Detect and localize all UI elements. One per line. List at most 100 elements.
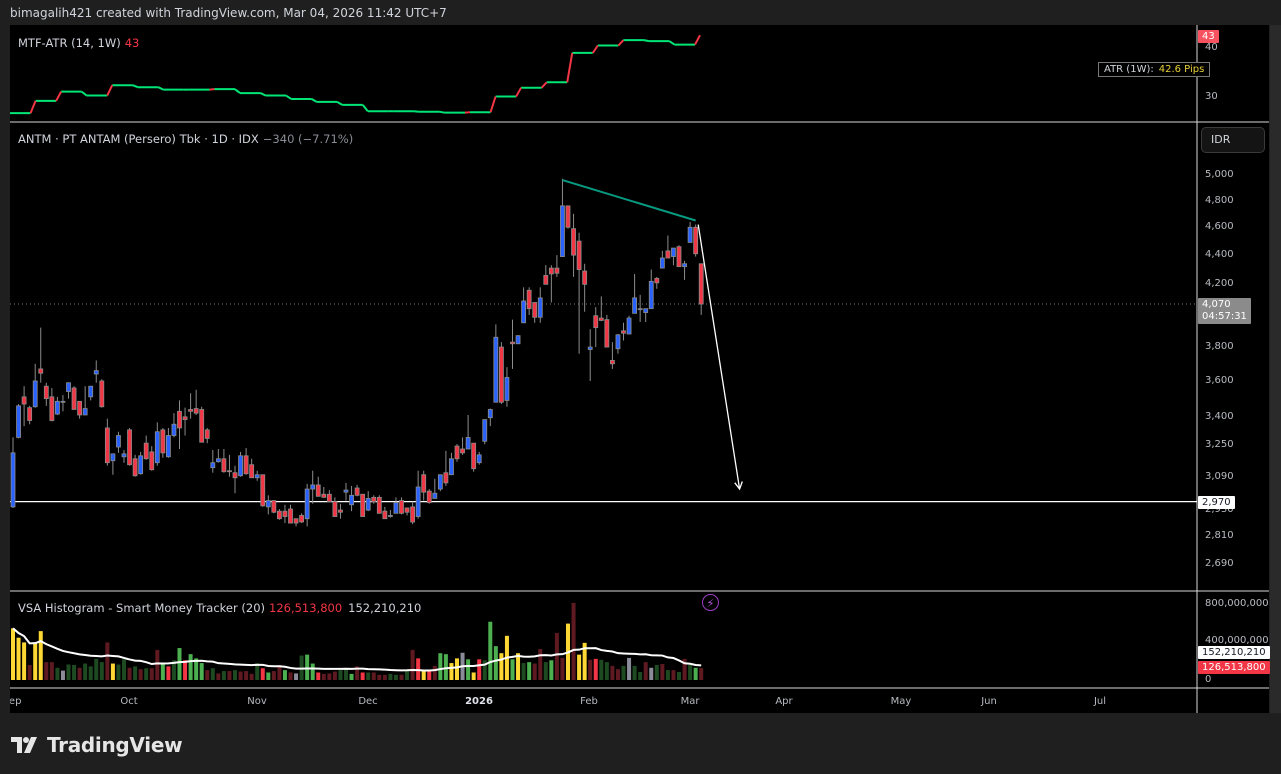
candle-up [265, 500, 271, 508]
volume-bar [305, 654, 310, 680]
chart-area[interactable]: MTF-ATR (14, 1W) 43 ATR (1W): 42.6 Pips AN… [10, 25, 1269, 713]
vsa-legend[interactable]: VSA Histogram - Smart Money Tracker (20)… [18, 601, 421, 615]
candle-up [215, 458, 221, 463]
volume-axis-tick: 400,000,000 [1205, 635, 1269, 646]
candle-down [498, 346, 504, 403]
candle-down [421, 474, 427, 493]
volume-bar [571, 602, 576, 680]
candle-up [476, 454, 482, 464]
candle-up [515, 335, 521, 345]
candle-up [632, 297, 637, 314]
candle-up [304, 488, 310, 520]
volume-bar [427, 671, 432, 680]
candle-down [554, 267, 560, 274]
candle-up [615, 334, 621, 350]
volume-bar [621, 665, 626, 680]
candle-up [82, 408, 88, 416]
candle-up [493, 336, 499, 403]
candle-up [587, 346, 593, 350]
atr-current-tag: 43 [1198, 30, 1219, 43]
time-axis-label: Apr [775, 696, 793, 707]
volume-bar [310, 663, 315, 680]
vsa-ma-value: 152,210,210 [348, 601, 422, 615]
candle-down [77, 400, 82, 416]
volume-bar [38, 631, 43, 680]
volume-bar [227, 671, 232, 680]
atr-line-transition [617, 39, 625, 47]
volume-bar [455, 658, 459, 680]
volume-bar [266, 672, 271, 680]
candle-up [687, 226, 693, 243]
candle-down [338, 509, 343, 513]
candle-down [260, 474, 266, 507]
volume-bar [516, 653, 521, 680]
volume-bar [371, 672, 376, 680]
volume-bar [671, 670, 676, 680]
candle-up [671, 247, 676, 257]
symbol-legend[interactable]: ANTM · PT ANTAM (Persero) Tbk · 1D · IDX… [18, 132, 353, 146]
price-axis-tick: 4,400 [1205, 249, 1234, 261]
candle-up [55, 400, 60, 415]
candle-down [99, 380, 105, 408]
volume-bar [366, 672, 371, 680]
volume-bar [393, 674, 398, 680]
volume-bar [560, 657, 565, 680]
atr-line-transition [234, 88, 241, 94]
volume-current-tag: 126,513,800 [1198, 661, 1270, 674]
volume-bar [588, 659, 593, 680]
volume-bar [122, 659, 126, 680]
currency-button[interactable]: IDR [1201, 127, 1265, 153]
atr-box-label: ATR (1W): [1104, 64, 1154, 75]
volume-bar [271, 671, 276, 680]
price-axis-tick: 3,090 [1205, 470, 1234, 482]
candle-down [382, 510, 388, 520]
atr-line-transition [515, 87, 522, 98]
volume-bar [49, 662, 54, 680]
volume-bar [638, 672, 643, 680]
price-axis-tick: 5,000 [1205, 169, 1234, 180]
volume-bar [488, 621, 493, 680]
volume-bar [521, 663, 526, 680]
volume-bar [33, 642, 38, 680]
tradingview-logo[interactable]: TradingView [11, 733, 183, 757]
atr-line-transition [132, 84, 139, 89]
volume-bar [16, 637, 21, 680]
lightning-icon[interactable]: ⚡ [702, 594, 719, 611]
volume-bar [677, 672, 681, 680]
candle-up [66, 382, 71, 392]
candle-up [238, 455, 243, 477]
volume-bar [405, 671, 410, 680]
candle-down [21, 396, 27, 405]
candle-up [432, 492, 438, 499]
volume-bar [627, 657, 632, 680]
volume-bar [144, 668, 149, 680]
volume-bar [532, 663, 537, 680]
volume-bar [654, 664, 659, 680]
volume-bar [183, 660, 188, 680]
price-axis-tick: 3,800 [1205, 341, 1234, 353]
candle-down [582, 270, 588, 285]
candle-down [676, 246, 682, 268]
time-axis-label: Sep [2, 696, 22, 707]
atr-line-transition [285, 94, 292, 100]
atr-value: 43 [124, 36, 140, 50]
candle-down [404, 507, 410, 513]
candle-down [271, 500, 277, 513]
candle-up [643, 308, 649, 313]
volume-bar [527, 662, 532, 680]
volume-bar [499, 653, 504, 680]
candle-down [104, 427, 110, 464]
volume-bar [205, 670, 210, 680]
candle-down [598, 317, 604, 321]
volume-bar [599, 659, 604, 680]
volume-axis-tick: 800,000,000 [1205, 598, 1269, 609]
candle-down [565, 205, 571, 228]
volume-bar [155, 649, 160, 680]
brand-name: TradingView [47, 733, 183, 757]
volume-bar [105, 642, 110, 680]
candle-down [43, 385, 49, 400]
volume-bar [477, 659, 482, 680]
volume-bar [177, 648, 182, 680]
candle-down [204, 429, 210, 439]
price-axis-tick: 4,200 [1205, 278, 1234, 290]
